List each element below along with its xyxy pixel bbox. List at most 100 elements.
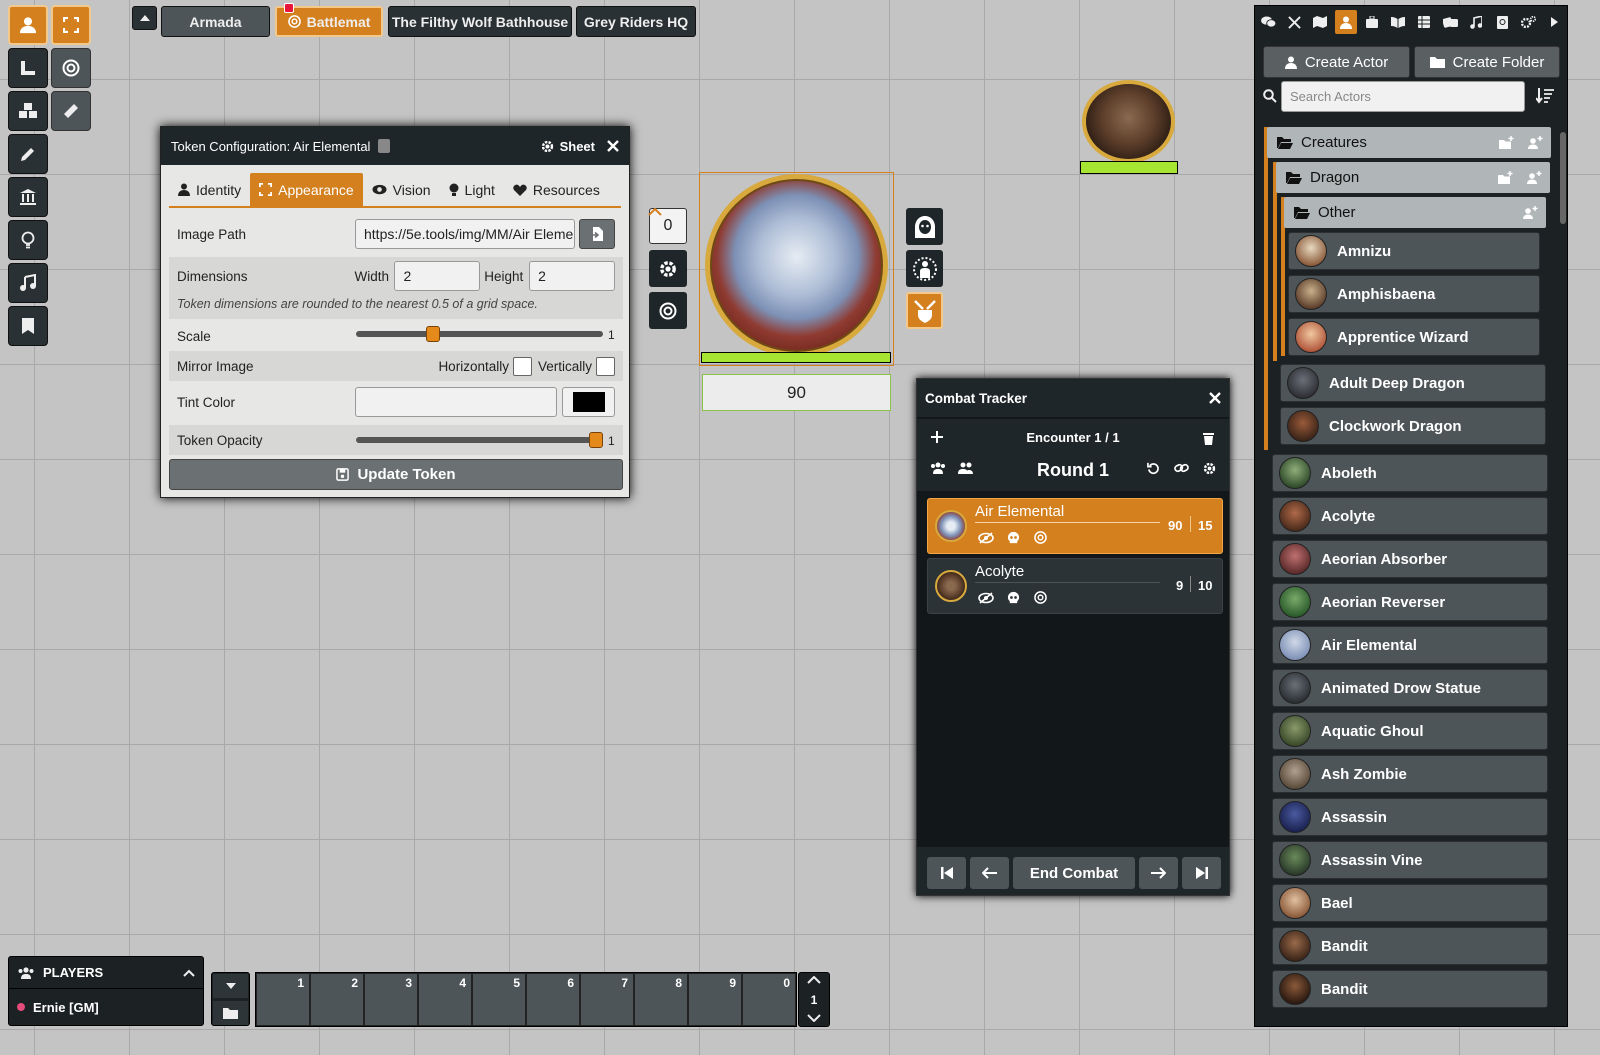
macro-slot-2[interactable]: 2 [310,973,364,1026]
actor-row[interactable]: Apprentice Wizard [1288,318,1540,356]
combatant-initiative[interactable]: 15 [1198,518,1212,533]
macro-slot-6[interactable]: 6 [526,973,580,1026]
width-input[interactable]: 2 [394,261,481,291]
actor-row[interactable]: Animated Drow Statue [1272,669,1548,707]
actor-row[interactable]: Bael [1272,884,1548,922]
journal-tab[interactable] [1387,10,1409,34]
measure-controls-button[interactable] [8,48,48,88]
file-picker-button[interactable] [579,219,615,249]
effects-hud-button[interactable] [906,250,943,287]
trash-icon[interactable] [1203,432,1214,445]
actor-row[interactable]: Acolyte [1272,497,1548,535]
token-config-hud-button[interactable] [649,250,687,287]
target-hud-button[interactable] [649,292,687,329]
ruler-tool-button[interactable] [51,91,91,131]
scene-tab-filthy-wolf[interactable]: The Filthy Wolf Bathhouse [388,6,572,37]
search-actors-input[interactable]: Search Actors [1281,81,1525,112]
combatant-hp[interactable]: 9 [1176,578,1183,593]
create-folder-icon[interactable] [1499,136,1514,149]
skull-icon[interactable] [1007,531,1020,544]
combatant-initiative[interactable]: 10 [1198,578,1212,593]
reset-icon[interactable] [1147,462,1160,475]
sound-controls-button[interactable] [8,263,48,303]
actor-row[interactable]: Amphisbaena [1288,275,1540,313]
settings-tab[interactable] [1517,10,1539,34]
create-folder-icon[interactable] [1498,171,1513,184]
macro-slot-0[interactable]: 0 [742,973,796,1026]
folder-creatures[interactable]: Creatures [1267,127,1551,158]
combat-toggle-hud-button[interactable] [906,292,943,329]
combatant-hp[interactable]: 90 [1168,518,1182,533]
opacity-slider[interactable] [356,437,603,443]
opacity-slider-thumb[interactable] [589,432,603,448]
actor-row[interactable]: Aboleth [1272,454,1548,492]
players-header[interactable]: PLAYERS [9,957,203,989]
height-input[interactable]: 2 [529,261,615,291]
close-icon[interactable] [607,140,619,152]
tab-light[interactable]: Light [440,173,504,206]
sheet-button[interactable]: Sheet [541,139,595,154]
tab-resources[interactable]: Resources [504,173,609,206]
chat-tab[interactable] [1257,10,1279,34]
token-hp-input[interactable]: 90 [702,374,891,411]
folder-other[interactable]: Other [1284,197,1546,228]
collapse-sidebar-tab[interactable] [1543,10,1565,34]
window-header[interactable]: Combat Tracker [917,379,1229,417]
scale-slider[interactable] [356,331,603,337]
first-turn-button[interactable] [927,857,966,889]
gear-icon[interactable] [1203,462,1216,475]
folder-dragon[interactable]: Dragon [1276,162,1550,193]
actor-row[interactable]: Assassin [1272,798,1548,836]
notes-controls-button[interactable] [8,306,48,346]
tables-tab[interactable] [1413,10,1435,34]
chevron-up-icon[interactable] [807,976,821,984]
actor-row[interactable]: Ash Zombie [1272,755,1548,793]
link-icon[interactable] [1174,462,1189,474]
end-combat-button[interactable]: End Combat [1013,857,1135,889]
actor-row[interactable]: Assassin Vine [1272,841,1548,879]
mirror-vertical-checkbox[interactable] [596,356,615,376]
bullseye-icon[interactable] [1034,591,1047,604]
chevron-down-icon[interactable] [807,1014,821,1022]
collapse-scenes-button[interactable] [132,6,157,30]
eye-slash-icon[interactable] [978,592,994,604]
macro-slot-4[interactable]: 4 [418,973,472,1026]
tab-vision[interactable]: Vision [363,173,440,206]
tile-controls-button[interactable] [8,91,48,131]
combatant-row-air-elemental[interactable]: Air Elemental 90 15 [927,498,1223,554]
tint-color-picker[interactable] [562,387,615,417]
bullseye-icon[interactable] [1034,531,1047,544]
macro-slot-8[interactable]: 8 [634,973,688,1026]
actor-row[interactable]: Aeorian Reverser [1272,583,1548,621]
actor-row[interactable]: Aeorian Absorber [1272,540,1548,578]
tab-appearance[interactable]: Appearance [250,173,363,206]
actor-row[interactable]: Amnizu [1288,232,1540,270]
actor-row[interactable]: Air Elemental [1272,626,1548,664]
tab-identity[interactable]: Identity [169,173,250,206]
cards-tab[interactable] [1439,10,1461,34]
create-actor-icon[interactable] [1528,136,1543,149]
eye-slash-icon[interactable] [978,532,994,544]
macro-slot-7[interactable]: 7 [580,973,634,1026]
wall-controls-button[interactable] [8,177,48,217]
image-path-input[interactable]: https://5e.tools/img/MM/Air Elemental.pn… [355,219,575,249]
actors-tab[interactable] [1335,10,1357,34]
collapse-hotbar-button[interactable] [213,974,248,998]
update-token-button[interactable]: Update Token [169,459,623,490]
macro-slot-9[interactable]: 9 [688,973,742,1026]
scene-tab-armada[interactable]: Armada [161,6,270,37]
combat-tab[interactable] [1283,10,1305,34]
last-turn-button[interactable] [1182,857,1221,889]
macro-slot-3[interactable]: 3 [364,973,418,1026]
scene-tab-battlemat[interactable]: Battlemat [275,3,383,37]
macro-slot-5[interactable]: 5 [472,973,526,1026]
create-actor-icon[interactable] [1527,171,1542,184]
sidebar-scrollbar[interactable] [1560,132,1566,224]
folder-icon[interactable] [213,1001,248,1025]
visibility-hud-button[interactable] [906,208,943,245]
close-icon[interactable] [1209,392,1221,404]
acolyte-token[interactable] [1082,80,1175,163]
combatant-row-acolyte[interactable]: Acolyte 9 10 [927,558,1223,614]
actor-row[interactable]: Bandit [1272,927,1548,965]
scenes-tab[interactable] [1309,10,1331,34]
